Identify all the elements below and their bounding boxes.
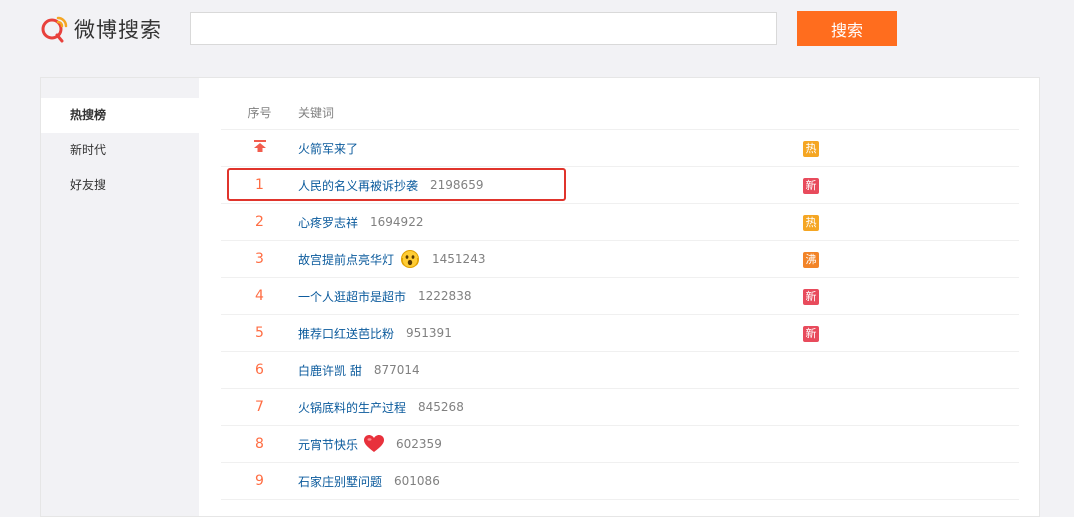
- list-item: 6 白鹿许凯 甜 877014: [221, 352, 1019, 389]
- new-badge: 新: [803, 289, 819, 305]
- search-count: 1451243: [432, 252, 486, 266]
- rank-number: 8: [255, 436, 264, 452]
- column-header-rank: 序号: [247, 106, 272, 120]
- search-count: 877014: [373, 363, 420, 377]
- keyword-link[interactable]: 推荐口红送芭比粉: [298, 325, 394, 342]
- keyword-link[interactable]: 火锅底料的生产过程: [298, 399, 406, 416]
- keyword-link[interactable]: 元宵节快乐: [298, 436, 358, 453]
- list-item: 4 一个人逛超市是超市 1222838 新: [221, 278, 1019, 315]
- keyword-link[interactable]: 白鹿许凯 甜: [298, 362, 362, 379]
- list-item: 火箭军来了 热: [221, 130, 1019, 167]
- hot-badge: 热: [803, 141, 819, 157]
- hot-search-list: 序号 关键词 火箭军来了 热 1 人民的名义再被诉抄袭 2198659 新 2 …: [221, 96, 1019, 500]
- pin-top-icon: [221, 140, 298, 156]
- rank-number: 4: [255, 288, 264, 304]
- new-badge: 新: [803, 178, 819, 194]
- rank-number: 2: [255, 214, 264, 230]
- rank-number: 9: [255, 473, 264, 489]
- list-item: 2 心疼罗志祥 1694922 热: [221, 204, 1019, 241]
- list-item: 9 石家庄别墅问题 601086: [221, 463, 1019, 500]
- logo-text: 微博搜索: [74, 18, 162, 42]
- weibo-search-logo[interactable]: 微博搜索: [40, 13, 162, 45]
- keyword-link[interactable]: 故宫提前点亮华灯: [298, 251, 394, 268]
- shocked-face-icon: [400, 249, 420, 269]
- list-item: 8 元宵节快乐 602359: [221, 426, 1019, 463]
- sidebar: 热搜榜 新时代 好友搜: [41, 78, 199, 516]
- keyword-link[interactable]: 一个人逛超市是超市: [298, 288, 406, 305]
- sidebar-item-hot-list[interactable]: 热搜榜: [41, 98, 199, 133]
- column-header-keyword: 关键词: [298, 106, 335, 120]
- rank-number: 7: [255, 399, 264, 415]
- rank-number: 5: [255, 325, 264, 341]
- sidebar-item-friend-search[interactable]: 好友搜: [41, 168, 199, 203]
- rank-number: 3: [255, 251, 264, 267]
- search-count: 2198659: [430, 178, 484, 192]
- sidebar-item-new-era[interactable]: 新时代: [41, 133, 199, 168]
- hot-search-panel: 热搜榜 新时代 好友搜 序号 关键词 火箭军来了 热 1 人民的名义再被诉抄袭 …: [40, 77, 1040, 517]
- search-count: 1222838: [418, 289, 472, 303]
- hot-badge: 热: [803, 215, 819, 231]
- search-input[interactable]: [190, 12, 777, 45]
- keyword-link[interactable]: 人民的名义再被诉抄袭: [298, 177, 418, 194]
- weibo-search-logo-icon: [40, 14, 70, 44]
- search-button[interactable]: 搜索: [797, 11, 897, 46]
- search-count: 602359: [396, 437, 442, 451]
- list-item: 5 推荐口红送芭比粉 951391 新: [221, 315, 1019, 352]
- search-count: 1694922: [370, 215, 424, 229]
- heart-icon: [364, 435, 385, 453]
- new-badge: 新: [803, 326, 819, 342]
- list-item: 1 人民的名义再被诉抄袭 2198659 新: [221, 167, 1019, 204]
- search-count: 951391: [406, 326, 452, 340]
- rank-number: 6: [255, 362, 264, 378]
- list-item: 3 故宫提前点亮华灯 1451243 沸: [221, 241, 1019, 278]
- list-item: 7 火锅底料的生产过程 845268: [221, 389, 1019, 426]
- search-count: 601086: [394, 474, 440, 488]
- boiling-badge: 沸: [803, 252, 819, 268]
- search-count: 845268: [418, 400, 464, 414]
- list-header: 序号 关键词: [221, 96, 1019, 130]
- keyword-link[interactable]: 心疼罗志祥: [298, 214, 358, 231]
- keyword-link[interactable]: 火箭军来了: [298, 140, 358, 157]
- rank-number: 1: [255, 177, 264, 193]
- keyword-link[interactable]: 石家庄别墅问题: [298, 473, 382, 490]
